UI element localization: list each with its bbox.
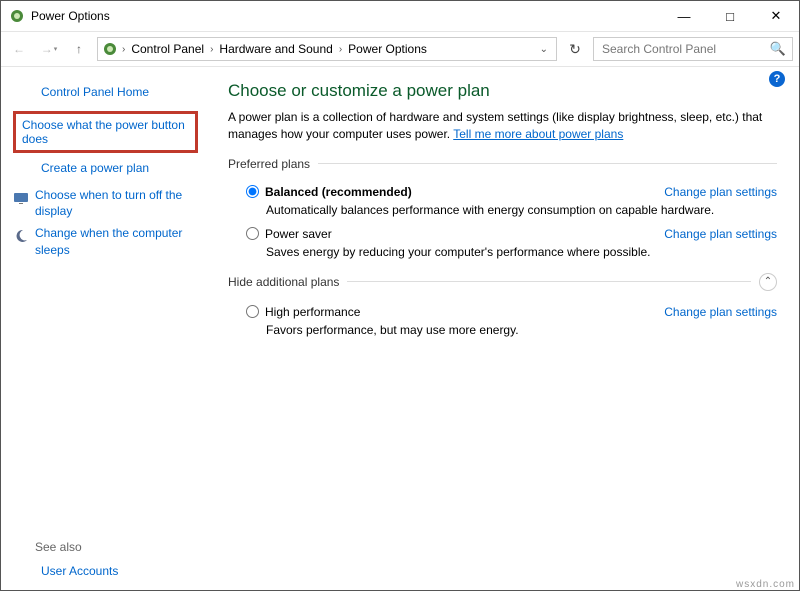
page-heading: Choose or customize a power plan bbox=[228, 81, 777, 101]
chevron-right-icon: › bbox=[120, 44, 127, 55]
control-panel-home-link[interactable]: Control Panel Home bbox=[35, 81, 206, 103]
collapse-icon[interactable]: ⌃ bbox=[759, 273, 777, 291]
breadcrumb-item[interactable]: Hardware and Sound bbox=[217, 42, 334, 56]
window-title: Power Options bbox=[31, 9, 110, 23]
search-input[interactable] bbox=[600, 41, 764, 57]
forward-button[interactable]: →▾ bbox=[37, 37, 61, 61]
refresh-button[interactable]: ↻ bbox=[563, 37, 587, 61]
close-button[interactable]: ✕ bbox=[753, 1, 799, 31]
display-off-icon bbox=[13, 190, 29, 206]
address-bar[interactable]: › Control Panel › Hardware and Sound › P… bbox=[97, 37, 557, 61]
main-panel: Choose or customize a power plan A power… bbox=[206, 67, 799, 590]
watermark: wsxdn.com bbox=[736, 579, 795, 590]
plan-name: High performance bbox=[265, 305, 360, 319]
chevron-right-icon: › bbox=[208, 44, 215, 55]
preferred-plans-header: Preferred plans bbox=[228, 157, 777, 175]
maximize-button[interactable]: □ bbox=[707, 1, 753, 31]
back-button[interactable]: ← bbox=[7, 37, 31, 61]
nav-toolbar: ← →▾ ↑ › Control Panel › Hardware and So… bbox=[1, 31, 799, 67]
hide-plans-header[interactable]: Hide additional plans ⌃ bbox=[228, 273, 777, 295]
breadcrumb-item[interactable]: Control Panel bbox=[129, 42, 206, 56]
power-options-icon bbox=[9, 8, 25, 24]
search-icon[interactable]: 🔍 bbox=[770, 41, 786, 57]
content-area: Control Panel Home Choose what the power… bbox=[1, 67, 799, 590]
sidebar-link-sleep[interactable]: Change when the computer sleeps bbox=[35, 225, 206, 257]
minimize-button[interactable]: ― bbox=[661, 1, 707, 31]
search-box[interactable]: 🔍 bbox=[593, 37, 793, 61]
sidebar: Control Panel Home Choose what the power… bbox=[1, 67, 206, 590]
sidebar-link-create-plan[interactable]: Create a power plan bbox=[35, 157, 206, 179]
plan-name: Balanced (recommended) bbox=[265, 185, 412, 199]
plan-balanced: Balanced (recommended) Change plan setti… bbox=[246, 185, 777, 217]
up-button[interactable]: ↑ bbox=[67, 37, 91, 61]
plan-desc: Saves energy by reducing your computer's… bbox=[266, 245, 777, 259]
plan-radio-high[interactable] bbox=[246, 305, 259, 318]
change-plan-settings-link[interactable]: Change plan settings bbox=[664, 227, 777, 241]
chevron-right-icon: › bbox=[337, 44, 344, 55]
plan-desc: Favors performance, but may use more ene… bbox=[266, 323, 777, 337]
sidebar-link-user-accounts[interactable]: User Accounts bbox=[35, 560, 206, 582]
window-buttons: ― □ ✕ bbox=[661, 1, 799, 31]
plan-high-performance: High performance Change plan settings Fa… bbox=[246, 305, 777, 337]
page-description: A power plan is a collection of hardware… bbox=[228, 109, 777, 143]
plan-power-saver: Power saver Change plan settings Saves e… bbox=[246, 227, 777, 259]
highlighted-box: Choose what the power button does bbox=[13, 111, 198, 153]
sleep-icon bbox=[13, 228, 29, 244]
window: Power Options ― □ ✕ ← →▾ ↑ › Control Pan… bbox=[0, 0, 800, 591]
power-options-icon bbox=[102, 41, 118, 57]
learn-more-link[interactable]: Tell me more about power plans bbox=[453, 127, 623, 141]
address-dropdown[interactable]: ⌄ bbox=[536, 44, 552, 55]
plan-radio-saver[interactable] bbox=[246, 227, 259, 240]
plan-radio-balanced[interactable] bbox=[246, 185, 259, 198]
sidebar-link-power-button[interactable]: Choose what the power button does bbox=[22, 118, 189, 146]
titlebar: Power Options ― □ ✕ bbox=[1, 1, 799, 31]
change-plan-settings-link[interactable]: Change plan settings bbox=[664, 185, 777, 199]
plan-name: Power saver bbox=[265, 227, 332, 241]
help-icon[interactable]: ? bbox=[769, 71, 785, 87]
sidebar-link-display-off[interactable]: Choose when to turn off the display bbox=[35, 187, 206, 219]
breadcrumb-item[interactable]: Power Options bbox=[346, 42, 429, 56]
change-plan-settings-link[interactable]: Change plan settings bbox=[664, 305, 777, 319]
see-also-label: See also bbox=[35, 540, 206, 554]
plan-desc: Automatically balances performance with … bbox=[266, 203, 777, 217]
